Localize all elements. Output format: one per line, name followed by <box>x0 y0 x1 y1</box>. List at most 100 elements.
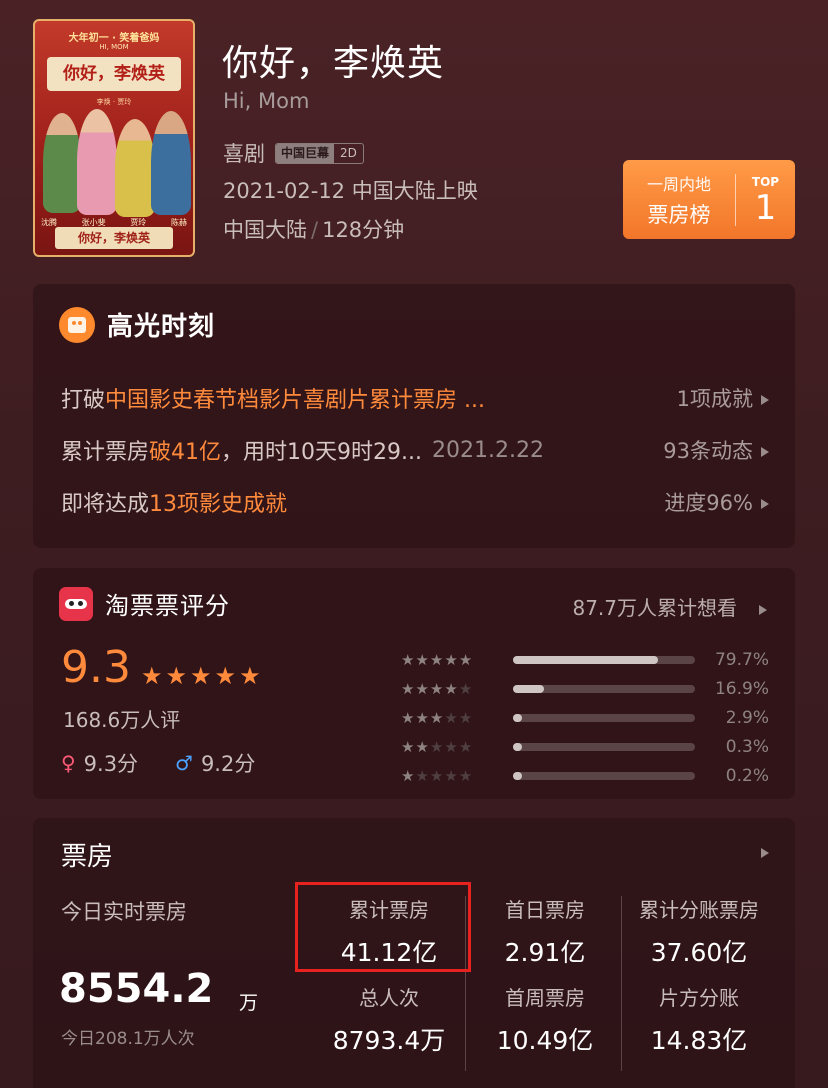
rating-stars: ★★★★★ <box>141 662 264 690</box>
chevron-right-icon <box>759 604 767 615</box>
star-icon: ★ <box>401 738 416 756</box>
news-count: 93条动态 <box>663 439 753 463</box>
progress-text: 进度96% <box>664 491 753 515</box>
star-empty-icon: ★ <box>429 767 445 785</box>
poster-figure <box>151 111 191 215</box>
poster-cast-label: 陈赫 <box>170 218 187 227</box>
star-empty-icon: ★ <box>458 709 474 727</box>
star-icon: ★ <box>401 767 416 785</box>
stat-value: 10.49亿 <box>496 1026 594 1055</box>
today-boxoffice-value: 8554.2 <box>59 966 214 1012</box>
achievement-count: 1项成就 <box>676 387 753 411</box>
distribution-bar <box>513 685 695 693</box>
rating-card: 淘票票评分 87.7万人累计想看 9.3 ★★★★★ 168.6万人评 ♀ 9.… <box>33 568 795 799</box>
poster-top-text: 大年初一 · 笑着爸妈 <box>68 33 160 44</box>
poster-figure <box>115 119 155 217</box>
today-boxoffice-label: 今日实时票房 <box>61 900 187 924</box>
star-icon: ★ <box>165 662 191 690</box>
star-empty-icon: ★ <box>444 709 459 727</box>
male-icon: ♂ <box>175 751 193 775</box>
distribution-percent: 2.9% <box>725 708 769 728</box>
distribution-bar-fill <box>513 772 523 780</box>
movie-english-title: Hi, Mom <box>223 89 310 113</box>
distribution-row: ★★★★★ 0.3% <box>401 733 769 761</box>
distribution-stars: ★★★★★ <box>401 767 507 785</box>
genre-row: 喜剧 中国巨幕 2D <box>223 138 364 168</box>
movie-title: 你好，李焕英 <box>222 43 445 84</box>
highlight-row-upcoming[interactable]: 即将达成 13项影史成就 进度96% <box>61 486 769 518</box>
rater-count: 168.6万人评 <box>63 708 181 732</box>
rank-label: 一周内地 票房榜 <box>623 171 735 229</box>
stat-label: 累计分账票房 <box>639 898 759 922</box>
stat-value: 14.83亿 <box>650 1026 748 1055</box>
rank-top-label: TOP <box>751 174 780 189</box>
boxoffice-title: 票房 <box>61 842 114 872</box>
region-duration: 中国大陆/128分钟 <box>223 214 404 244</box>
stat-first-week: 首周票房 10.49亿 <box>465 982 625 1057</box>
rank-position: TOP 1 <box>736 175 795 225</box>
star-empty-icon: ★ <box>458 767 474 785</box>
poster-bottom-title: 你好，李焕英 <box>55 227 173 249</box>
distribution-percent: 79.7% <box>714 650 769 670</box>
rank-number: 1 <box>754 187 777 228</box>
highlight-row-boxoffice[interactable]: 累计票房 破41亿 ，用时10天9时29... 2021.2.22 93条动态 <box>61 434 769 466</box>
want-count: 87.7万人累计想看 <box>572 596 737 620</box>
distribution-bar-fill <box>513 743 523 751</box>
distribution-percent: 0.2% <box>725 766 769 786</box>
distribution-row: ★★★★★ 0.2% <box>401 762 769 790</box>
highlight-date: 2021.2.22 <box>431 437 544 463</box>
stat-label: 首日票房 <box>505 898 585 922</box>
star-icon: ★ <box>190 662 215 690</box>
star-empty-icon: ★ <box>458 680 474 698</box>
female-score-value: 9.3分 <box>83 752 139 776</box>
distribution-bar-fill <box>513 685 544 693</box>
boxoffice-card[interactable]: 票房 今日实时票房 8554.2 万 今日208.1万人次 累计票房 41.12… <box>33 818 795 1088</box>
star-icon: ★ <box>444 680 459 698</box>
female-score: ♀ 9.3分 <box>61 748 138 778</box>
rank-line2: 票房榜 <box>647 202 711 227</box>
highlight-emphasis: 13项影史成就 <box>149 492 288 517</box>
stat-value: 8793.4万 <box>332 1026 446 1055</box>
stat-split-boxoffice: 累计分账票房 37.60亿 <box>619 894 779 969</box>
highlights-header: 高光时刻 <box>59 306 215 343</box>
taopiaopiao-logo-icon <box>59 586 93 621</box>
star-icon: ★ <box>141 662 166 690</box>
distribution-row: ★★★★★ 2.9% <box>401 704 769 732</box>
highlight-prefix: 即将达成 <box>61 492 150 517</box>
highlight-prefix: 打破 <box>61 388 106 413</box>
poster-cast-label: 沈腾 <box>41 218 57 227</box>
star-icon: ★ <box>401 680 416 698</box>
distribution-stars: ★★★★★ <box>401 709 507 727</box>
want-to-see[interactable]: 87.7万人累计想看 <box>572 592 767 621</box>
distribution-bar <box>513 656 695 664</box>
star-icon: ★ <box>429 680 445 698</box>
poster-figure <box>43 113 81 213</box>
star-empty-icon: ★ <box>444 767 459 785</box>
highlight-row-record[interactable]: 打破 中国影史春节档影片喜剧片累计票房 ... 1项成就 <box>61 382 769 414</box>
separator: / <box>311 218 319 242</box>
star-icon: ★ <box>415 680 430 698</box>
stat-label: 首周票房 <box>505 986 585 1010</box>
rank-line1: 一周内地 <box>646 174 711 194</box>
distribution-stars: ★★★★★ <box>401 738 507 756</box>
stat-producer-share: 片方分账 14.83亿 <box>619 982 779 1057</box>
distribution-bar-fill <box>513 714 523 722</box>
distribution-bar <box>513 772 695 780</box>
star-icon: ★ <box>415 651 430 669</box>
distribution-stars: ★★★★★ <box>401 651 507 669</box>
chevron-right-icon[interactable] <box>761 848 769 858</box>
weekly-rank-badge[interactable]: 一周内地 票房榜 TOP 1 <box>623 160 795 239</box>
stat-label: 总人次 <box>359 986 419 1010</box>
rating-score: 9.3 <box>61 642 131 693</box>
movie-poster[interactable]: 大年初一 · 笑着爸妈 HI, MOM 你好，李焕英 李焕 · 贾玲 沈腾 张小… <box>33 19 195 257</box>
star-empty-icon: ★ <box>444 738 459 756</box>
stat-label: 片方分账 <box>659 986 739 1010</box>
movie-duration: 128分钟 <box>322 218 405 242</box>
highlight-right: 进度96% <box>664 487 769 517</box>
format-tags: 中国巨幕 2D <box>275 142 364 164</box>
poster-names: 李焕 · 贾玲 <box>96 98 132 106</box>
highlights-title: 高光时刻 <box>107 312 216 342</box>
rating-title: 淘票票评分 <box>105 592 230 620</box>
camera-badge-icon <box>59 306 95 343</box>
chevron-right-icon <box>761 499 769 509</box>
